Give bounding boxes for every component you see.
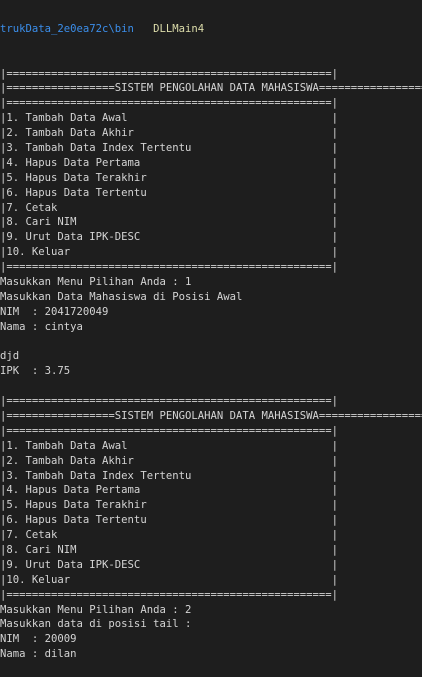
terminal-line: |=======================================…: [0, 261, 339, 274]
terminal-line: |10. Keluar |: [0, 246, 339, 259]
prompt-path: trukData_2e0ea72c\bin: [0, 22, 134, 35]
terminal-line: |7. Cetak |: [0, 201, 339, 214]
terminal-output[interactable]: trukData_2e0ea72c\bin DLLMain4 |========…: [0, 0, 422, 677]
terminal-line: |3. Tambah Data Index Tertentu |: [0, 469, 339, 482]
terminal-line: NIM : 20009: [0, 633, 77, 646]
terminal-line: |8. Cari NIM |: [0, 544, 339, 557]
terminal-line: djd: [0, 350, 20, 363]
terminal-line: |8. Cari NIM |: [0, 216, 339, 229]
terminal-line: |7. Cetak |: [0, 529, 339, 542]
terminal-prompt-line: trukData_2e0ea72c\bin DLLMain4: [0, 22, 422, 37]
terminal-line: |6. Hapus Data Tertentu |: [0, 514, 339, 527]
terminal-line: |=================SISTEM PENGOLAHAN DATA…: [0, 82, 422, 95]
terminal-line: |=======================================…: [0, 67, 339, 80]
prompt-command: DLLMain4: [153, 22, 205, 35]
terminal-line: Masukkan Menu Pilihan Anda : 2: [0, 603, 192, 616]
terminal-line: |9. Urut Data IPK-DESC |: [0, 558, 339, 571]
terminal-line: |=======================================…: [0, 424, 339, 437]
terminal-line: |2. Tambah Data Akhir |: [0, 454, 339, 467]
terminal-line: |6. Hapus Data Tertentu |: [0, 186, 339, 199]
terminal-line: Masukkan Menu Pilihan Anda : 1: [0, 275, 192, 288]
terminal-line: |=================SISTEM PENGOLAHAN DATA…: [0, 410, 422, 422]
terminal-line: |3. Tambah Data Index Tertentu |: [0, 141, 339, 154]
terminal-line: Masukkan data di posisi tail :: [0, 618, 192, 631]
terminal-line: |=======================================…: [0, 588, 339, 601]
terminal-line: |9. Urut Data IPK-DESC |: [0, 231, 339, 244]
terminal-line: |1. Tambah Data Awal |: [0, 112, 339, 125]
terminal-line: NIM : 2041720049: [0, 305, 109, 318]
terminal-line: |=======================================…: [0, 97, 339, 110]
terminal-line: |=======================================…: [0, 395, 339, 408]
terminal-line: |10. Keluar |: [0, 573, 339, 586]
terminal-line: |5. Hapus Data Terakhir |: [0, 171, 339, 184]
terminal-lines: |=======================================…: [0, 67, 422, 663]
terminal-line: Nama : cintya: [0, 320, 83, 333]
terminal-line: IPK : 3.75: [0, 365, 71, 378]
terminal-line: |4. Hapus Data Pertama |: [0, 156, 339, 169]
terminal-line: |2. Tambah Data Akhir |: [0, 127, 339, 140]
terminal-line: |1. Tambah Data Awal |: [0, 439, 339, 452]
terminal-line: Masukkan Data Mahasiswa di Posisi Awal: [0, 290, 243, 303]
terminal-line: |5. Hapus Data Terakhir |: [0, 499, 339, 512]
terminal-line: Nama : dilan: [0, 648, 77, 661]
terminal-line: |4. Hapus Data Pertama |: [0, 484, 339, 497]
